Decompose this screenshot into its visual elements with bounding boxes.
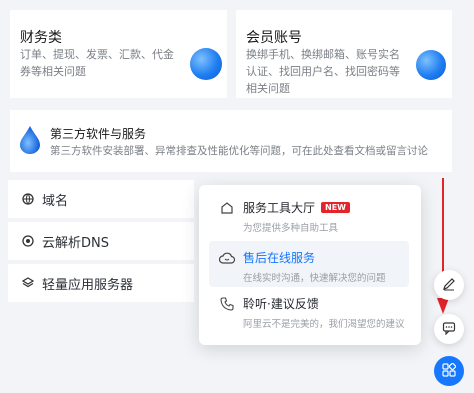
account-card-title: 会员账号 [246,30,302,46]
popup-item-title: 聆听·建议反馈 [243,297,319,311]
cloud-icon [219,250,235,266]
account-illustration-icon [416,50,446,80]
dns-icon [22,235,34,247]
popup-item-tools[interactable]: 服务工具大厅 NEW 为您提供多种自助工具 [209,199,409,239]
server-icon [22,277,34,289]
finance-card-desc: 订单、提现、发票、汇款、代金券等相关问题 [20,48,174,78]
service-popup: 服务工具大厅 NEW 为您提供多种自助工具 售后在线服务 在线实时沟通，快速解决… [199,185,421,345]
chat-button[interactable] [434,314,464,344]
phone-icon [219,296,235,312]
thirdparty-card-title: 第三方软件与服务 [50,127,147,141]
product-item-server[interactable]: 轻量应用服务器 [8,264,194,302]
popup-item-desc: 为您提供多种自助工具 [243,223,339,234]
edit-button[interactable] [434,270,464,300]
globe-icon [22,193,34,205]
account-card[interactable]: 会员账号 换绑手机、换绑邮箱、账号实名认证、找回用户名、找回密码等相关问题 [236,10,452,98]
popup-item-title: 服务工具大厅 [243,201,316,215]
home-icon [219,200,235,216]
product-item-domain[interactable]: 域名 [8,180,194,218]
thirdparty-card-desc: 第三方软件安装部署、异常排查及性能优化等问题，可在此处查看文档或留言讨论 [50,145,428,157]
new-badge: NEW [321,202,350,213]
popup-item-title: 售后在线服务 [243,251,316,265]
thirdparty-card[interactable]: 第三方软件与服务 第三方软件安装部署、异常排查及性能优化等问题，可在此处查看文档… [10,110,452,172]
drop-illustration-icon [20,126,40,154]
product-item-label: 域名 [42,193,69,209]
chat-icon [442,320,456,339]
finance-card-title: 财务类 [20,30,62,46]
popup-item-desc: 在线实时沟通，快速解决您的问题 [243,273,386,284]
apps-grid-icon [442,362,457,381]
product-item-label: 轻量应用服务器 [42,277,134,293]
apps-button[interactable] [434,356,464,386]
finance-illustration-icon [190,48,222,80]
product-item-dns[interactable]: 云解析DNS [8,222,194,260]
popup-item-online-service[interactable]: 售后在线服务 在线实时沟通，快速解决您的问题 [209,241,409,287]
account-card-desc: 换绑手机、换绑邮箱、账号实名认证、找回用户名、找回密码等相关问题 [246,48,400,95]
product-item-label: 云解析DNS [42,235,109,251]
popup-item-desc: 阿里云不是完美的，我们渴望您的建议 [243,319,405,330]
pencil-icon [442,276,456,295]
popup-item-feedback[interactable]: 聆听·建议反馈 阿里云不是完美的，我们渴望您的建议 [209,295,409,335]
finance-card[interactable]: 财务类 订单、提现、发票、汇款、代金券等相关问题 [10,10,227,98]
